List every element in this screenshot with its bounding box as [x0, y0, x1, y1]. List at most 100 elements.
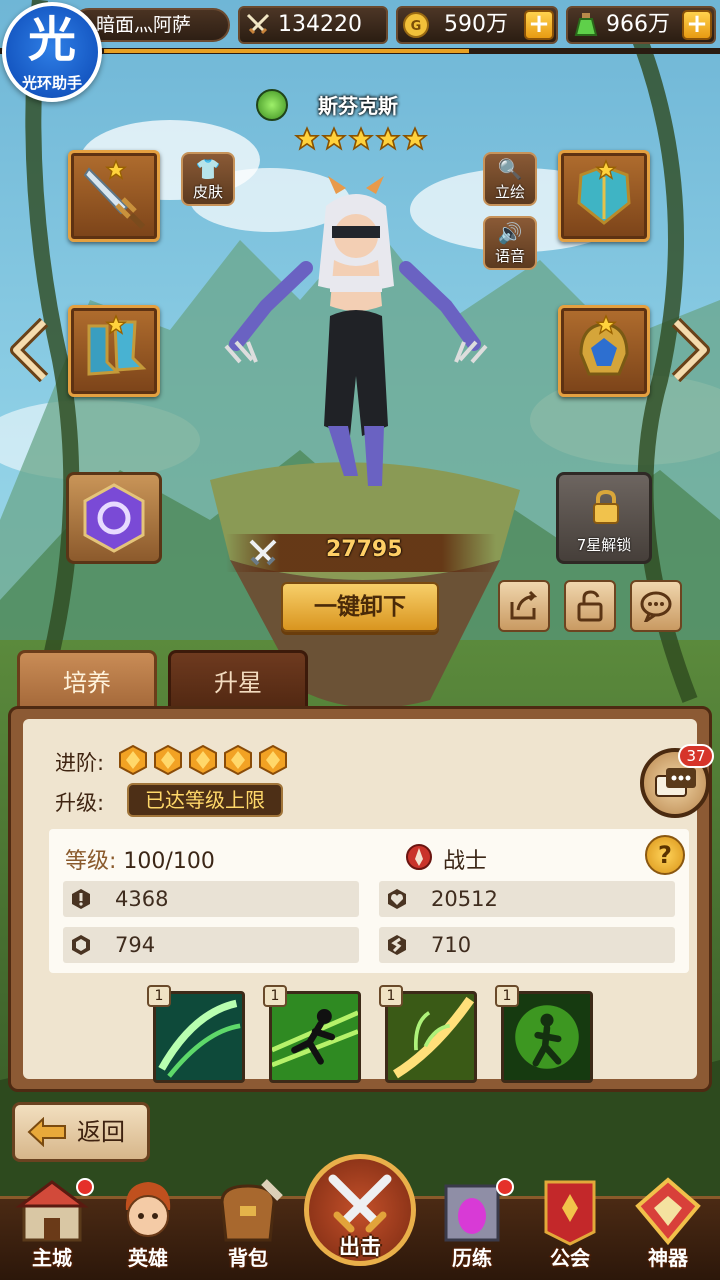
hero-power-bar: 27795 [226, 534, 496, 572]
notification-dot [76, 1178, 94, 1196]
skill-4-level: 1 [495, 985, 519, 1007]
boots-slot[interactable] [68, 305, 160, 397]
chat-unread-badge: 37 [678, 744, 714, 768]
panel-content: 进阶: 升级: 已达等级上限 等级: 100/100 战士 ? 4368 205… [23, 719, 697, 1083]
tab-star-up[interactable]: 升星 [168, 650, 308, 708]
helper-logo[interactable]: 光 光环助手 [2, 2, 102, 102]
crossed-swords-icon [249, 539, 277, 566]
nav-label: 神器 [648, 1246, 688, 1270]
stat-speed: 710 [379, 927, 675, 963]
weapon-slot[interactable] [68, 150, 160, 242]
gold-display: G 590万 + [396, 6, 558, 44]
speed-value: 710 [431, 933, 472, 957]
unlock-requirement: 7星解锁 [576, 536, 632, 554]
unlock-icon [577, 590, 603, 622]
power-display: 134220 [238, 6, 388, 44]
stat-attack: 4368 [63, 881, 359, 917]
logo-text: 光 [27, 12, 76, 68]
share-button[interactable] [498, 580, 550, 632]
health-icon [388, 889, 406, 909]
health-value: 20512 [431, 887, 498, 911]
helmet-slot[interactable] [558, 305, 650, 397]
star-icon [374, 126, 402, 152]
guild-banner-icon [544, 1180, 596, 1246]
unequip-all-button[interactable]: 一键卸下 [281, 582, 439, 632]
artifact-icon [635, 1177, 701, 1246]
defense-value: 794 [115, 933, 156, 957]
stat-health: 20512 [379, 881, 675, 917]
lock-hero-button[interactable] [564, 580, 616, 632]
nav-guild[interactable]: 公会 [522, 1172, 618, 1278]
advance-gem-icon [259, 744, 287, 776]
chat-bubbles-icon [655, 768, 696, 797]
nav-artifact[interactable]: 神器 [620, 1172, 716, 1278]
star-icon [320, 126, 348, 152]
hero-star-rating [293, 126, 429, 154]
armor-slot[interactable] [558, 150, 650, 242]
hero-power-value: 27795 [326, 537, 403, 562]
star-icon [595, 314, 617, 335]
top-progress-line [0, 48, 720, 54]
advance-gem-icon [119, 744, 147, 776]
nav-heroes[interactable]: 英雄 [100, 1172, 196, 1278]
hero-name: 斯芬克斯 [318, 94, 398, 118]
bag-icon [220, 1179, 283, 1242]
speech-bubble-icon [640, 591, 672, 622]
hero-character [224, 176, 488, 486]
level-value: 100/100 [123, 849, 215, 874]
star-icon [595, 159, 617, 180]
next-hero-arrow-icon[interactable] [668, 318, 712, 382]
star-icon [401, 126, 429, 152]
warrior-class-icon [406, 844, 432, 870]
star-icon [105, 159, 127, 180]
svg-text:G: G [411, 19, 422, 34]
back-arrow-icon [27, 1117, 66, 1147]
back-button[interactable]: 返回 [12, 1102, 150, 1162]
portrait-button[interactable]: 🔍 立绘 [483, 152, 537, 206]
share-icon [510, 590, 538, 620]
defense-icon [72, 935, 90, 955]
tab-cultivate[interactable]: 培养 [17, 650, 157, 708]
crossed-swords-icon [246, 13, 270, 35]
hero-class-name: 战士 [443, 849, 488, 874]
skill-3-level: 1 [379, 985, 403, 1007]
skin-button[interactable]: 👕 皮肤 [181, 152, 235, 206]
nav-label: 背包 [228, 1246, 268, 1270]
star-icon [293, 126, 321, 152]
rune-slot[interactable] [66, 472, 162, 564]
aura-skill-icon [504, 994, 590, 1080]
nav-bag[interactable]: 背包 [200, 1172, 296, 1278]
potion-icon [574, 13, 598, 36]
nav-label: 出击 [339, 1235, 381, 1259]
hero-info-panel: 进阶: 升级: 已达等级上限 等级: 100/100 战士 ? 4368 205… [8, 706, 712, 1092]
back-label: 返回 [77, 1118, 125, 1146]
voice-button[interactable]: 🔊 语音 [483, 216, 537, 270]
slash-skill-icon [156, 994, 242, 1080]
nav-label: 主城 [32, 1246, 72, 1270]
add-potion-button[interactable]: + [682, 10, 712, 40]
star-icon [347, 126, 375, 152]
speaker-icon: 🔊 [497, 221, 523, 245]
magnifier-icon: 🔍 [497, 157, 523, 181]
hero-element-icon [256, 89, 288, 121]
locked-slot[interactable]: 7星解锁 [556, 472, 652, 564]
attack-value: 4368 [115, 887, 169, 911]
skin-label: 皮肤 [192, 183, 223, 201]
rune-hexagon-icon [83, 483, 145, 553]
nav-battle[interactable]: 出击 [304, 1154, 416, 1266]
blade-skill-icon [388, 994, 474, 1080]
hero-portrait-icon [125, 1182, 171, 1237]
level-display: 等级: 100/100 [65, 843, 215, 875]
nav-label: 历练 [452, 1246, 492, 1270]
potion-value: 966万 [606, 12, 670, 37]
nav-label: 公会 [550, 1246, 590, 1270]
comment-button[interactable] [630, 580, 682, 632]
top-bar: 暗面灬阿萨 134220 G 590万 + 966万 + [0, 0, 720, 54]
upgrade-label: 升级: [55, 791, 105, 815]
advance-gems [119, 744, 294, 776]
help-button[interactable]: ? [645, 835, 685, 875]
previous-hero-arrow-icon[interactable] [8, 318, 52, 382]
gold-value: 590万 [444, 12, 508, 37]
logo-caption: 光环助手 [21, 74, 82, 92]
add-gold-button[interactable]: + [524, 10, 554, 40]
